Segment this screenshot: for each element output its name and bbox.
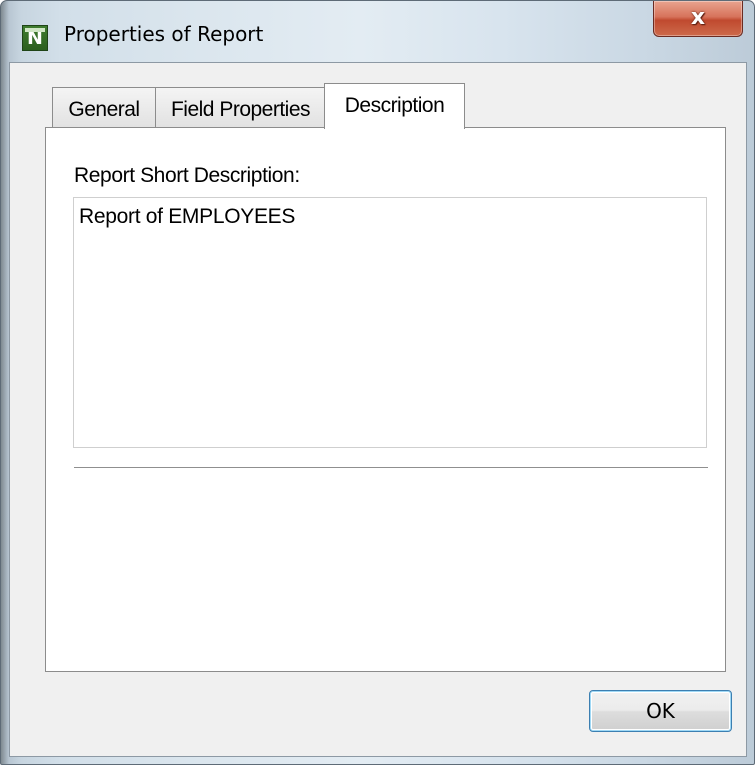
- tab-general[interactable]: General: [52, 87, 156, 127]
- properties-dialog-window: N Properties of Report x General Field P…: [0, 0, 755, 765]
- report-short-description-value: Report of EMPLOYEES: [79, 205, 296, 228]
- description-tab-panel: Report Short Description: Report of EMPL…: [45, 127, 726, 672]
- app-icon: N: [22, 25, 48, 51]
- close-icon: x: [690, 5, 706, 30]
- close-button[interactable]: x: [653, 1, 743, 37]
- tab-field-properties[interactable]: Field Properties: [155, 87, 326, 127]
- report-short-description-label: Report Short Description:: [74, 164, 300, 187]
- separator-line: [74, 467, 708, 469]
- report-short-description-field[interactable]: Report of EMPLOYEES: [73, 197, 707, 448]
- dialog-client-area: General Field Properties Description Rep…: [9, 62, 747, 757]
- tab-description[interactable]: Description: [324, 83, 465, 129]
- window-title: Properties of Report: [64, 22, 264, 46]
- ok-button[interactable]: OK: [589, 690, 732, 732]
